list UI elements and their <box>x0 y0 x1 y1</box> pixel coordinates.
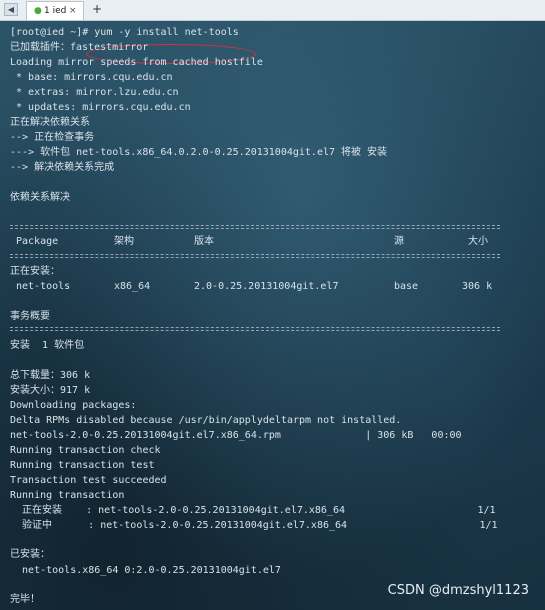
csdn-watermark: CSDN @dmzshyl1123 <box>387 583 529 598</box>
terminal-line: 完毕！ <box>10 594 40 605</box>
terminal-line: Transaction test succeeded <box>10 475 167 486</box>
terminal-line: [root@ied ~]# yum -y install net-tools <box>10 27 239 38</box>
table-cell: net-tools <box>16 281 71 292</box>
column-header: 架构 <box>114 236 134 247</box>
table-row: net-tools x86_64 2.0-0.25.20131004git.el… <box>10 280 510 294</box>
terminal-line: 正在安装 : net-tools-2.0-0.25.20131004git.el… <box>10 505 496 516</box>
table-rule <box>10 254 500 258</box>
terminal-line: 正在解决依赖关系 <box>10 117 90 128</box>
tab-menu-button[interactable]: ◀ <box>4 3 18 16</box>
terminal-line: Delta RPMs disabled because /usr/bin/app… <box>10 415 402 426</box>
terminal-line: --> 解决依赖关系完成 <box>10 162 115 173</box>
terminal-line: Running transaction test <box>10 460 155 471</box>
terminal-line: 正在安装： <box>10 266 60 277</box>
table-cell: 2.0-0.25.20131004git.el7 <box>194 281 339 292</box>
terminal-line: 依赖关系解决 <box>10 192 70 203</box>
menu-arrow-icon: ◀ <box>7 5 15 14</box>
terminal-line: * extras: mirror.lzu.edu.cn <box>10 87 179 98</box>
tab-session-1-ied[interactable]: ● 1 ied × <box>26 1 84 20</box>
tab-label: 1 ied <box>44 6 67 16</box>
terminal-line: 事务概要 <box>10 311 50 322</box>
terminal-line: 安装大小：917 k <box>10 385 91 396</box>
table-rule <box>10 327 500 331</box>
terminal-line: net-tools.x86_64 0:2.0-0.25.20131004git.… <box>10 565 281 576</box>
table-cell: base <box>394 281 419 292</box>
connected-status-icon: ● <box>34 6 42 16</box>
column-header: 源 <box>394 236 404 247</box>
tab-bar: ◀ ● 1 ied × + <box>0 0 545 21</box>
terminal-line: --> 正在检查事务 <box>10 132 95 143</box>
table-cell: x86_64 <box>114 281 151 292</box>
terminal-line: Running transaction check <box>10 445 161 456</box>
terminal-line: * base: mirrors.cqu.edu.cn <box>10 72 173 83</box>
table-cell: 306 k <box>462 281 493 292</box>
terminal-line: 总下载量：306 k <box>10 370 91 381</box>
terminal-line: 已安装： <box>10 549 50 560</box>
terminal-line: ---> 软件包 net-tools.x86_64.0.2.0-0.25.201… <box>10 147 388 158</box>
terminal-output[interactable]: [root@ied ~]# yum -y install net-tools 已… <box>0 21 545 610</box>
table-header-row: Package 架构 版本 源 大小 <box>10 235 510 249</box>
terminal-line: Loading mirror speeds from cached hostfi… <box>10 57 263 68</box>
terminal-line: 安装 1 软件包 <box>10 340 85 351</box>
close-icon[interactable]: × <box>69 5 77 17</box>
add-tab-button[interactable]: + <box>92 2 102 16</box>
terminal-line: Running transaction <box>10 490 125 501</box>
terminal-line: net-tools-2.0-0.25.20131004git.el7.x86_6… <box>10 430 462 441</box>
terminal-line: Downloading packages: <box>10 400 137 411</box>
column-header: 版本 <box>194 236 214 247</box>
terminal-line: * updates: mirrors.cqu.edu.cn <box>10 102 191 113</box>
column-header: 大小 <box>468 236 488 247</box>
terminal-line: 验证中 : net-tools-2.0-0.25.20131004git.el7… <box>10 520 498 531</box>
terminal-line: 已加载插件：fastestmirror <box>10 42 149 53</box>
table-rule <box>10 225 500 229</box>
column-header: Package <box>16 236 59 247</box>
